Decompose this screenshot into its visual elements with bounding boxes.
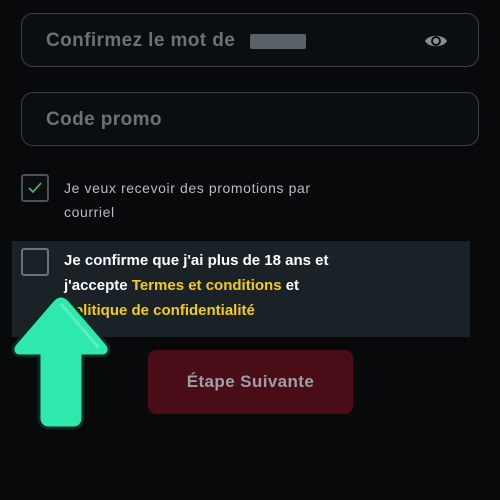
promo-code-field[interactable]: Code promo bbox=[21, 92, 479, 146]
terms-checkbox[interactable] bbox=[21, 248, 49, 276]
terms-link[interactable]: Termes et conditions bbox=[132, 277, 282, 294]
promo-code-placeholder: Code promo bbox=[46, 109, 162, 130]
terms-label-middle: et bbox=[281, 277, 300, 294]
up-arrow-icon bbox=[9, 292, 113, 430]
next-step-button[interactable]: Étape Suivante bbox=[148, 350, 353, 414]
confirm-password-placeholder: Confirmez le mot de bbox=[46, 30, 236, 51]
eye-icon[interactable] bbox=[424, 29, 448, 53]
checkmark-icon bbox=[28, 182, 42, 194]
registration-form: Confirmez le mot de Code promo Je veux r… bbox=[0, 0, 500, 500]
obscured-text bbox=[250, 34, 306, 49]
promotions-checkbox[interactable] bbox=[21, 174, 49, 202]
promotions-label: Je veux recevoir des promotions par cour… bbox=[64, 180, 311, 220]
confirm-password-field[interactable]: Confirmez le mot de bbox=[21, 13, 479, 67]
